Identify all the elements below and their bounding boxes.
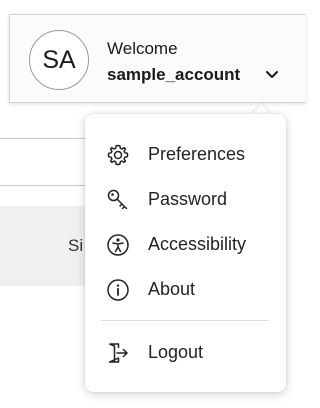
menu-item-accessibility[interactable]: Accessibility <box>85 224 286 264</box>
menu-item-label: Logout <box>148 341 204 362</box>
welcome-text: Welcome <box>107 39 178 58</box>
account-menu-trigger[interactable]: SA Welcome sample_account <box>9 14 306 103</box>
chevron-down-icon[interactable] <box>265 68 279 82</box>
menu-item-label: Password <box>148 188 228 209</box>
menu-divider <box>101 320 269 321</box>
info-icon <box>106 278 130 302</box>
menu-item-password[interactable]: Password <box>85 179 286 219</box>
accessibility-icon <box>106 233 130 257</box>
avatar-initials: SA <box>42 45 76 74</box>
account-dropdown-menu: Preferences Password Accessibility About… <box>85 114 286 392</box>
page: Si SA Welcome sample_account Preferences <box>0 0 306 408</box>
key-icon <box>106 188 130 212</box>
menu-item-label: Preferences <box>148 143 246 164</box>
gear-icon <box>106 143 130 167</box>
menu-item-logout[interactable]: Logout <box>85 332 286 372</box>
menu-item-label: Accessibility <box>148 233 247 254</box>
menu-item-preferences[interactable]: Preferences <box>85 134 286 174</box>
menu-item-about[interactable]: About <box>85 269 286 309</box>
background-panel-text: Si <box>68 236 84 255</box>
menu-item-label: About <box>148 278 196 299</box>
avatar: SA <box>29 30 89 90</box>
logout-icon <box>106 341 130 365</box>
username: sample_account <box>107 65 241 84</box>
